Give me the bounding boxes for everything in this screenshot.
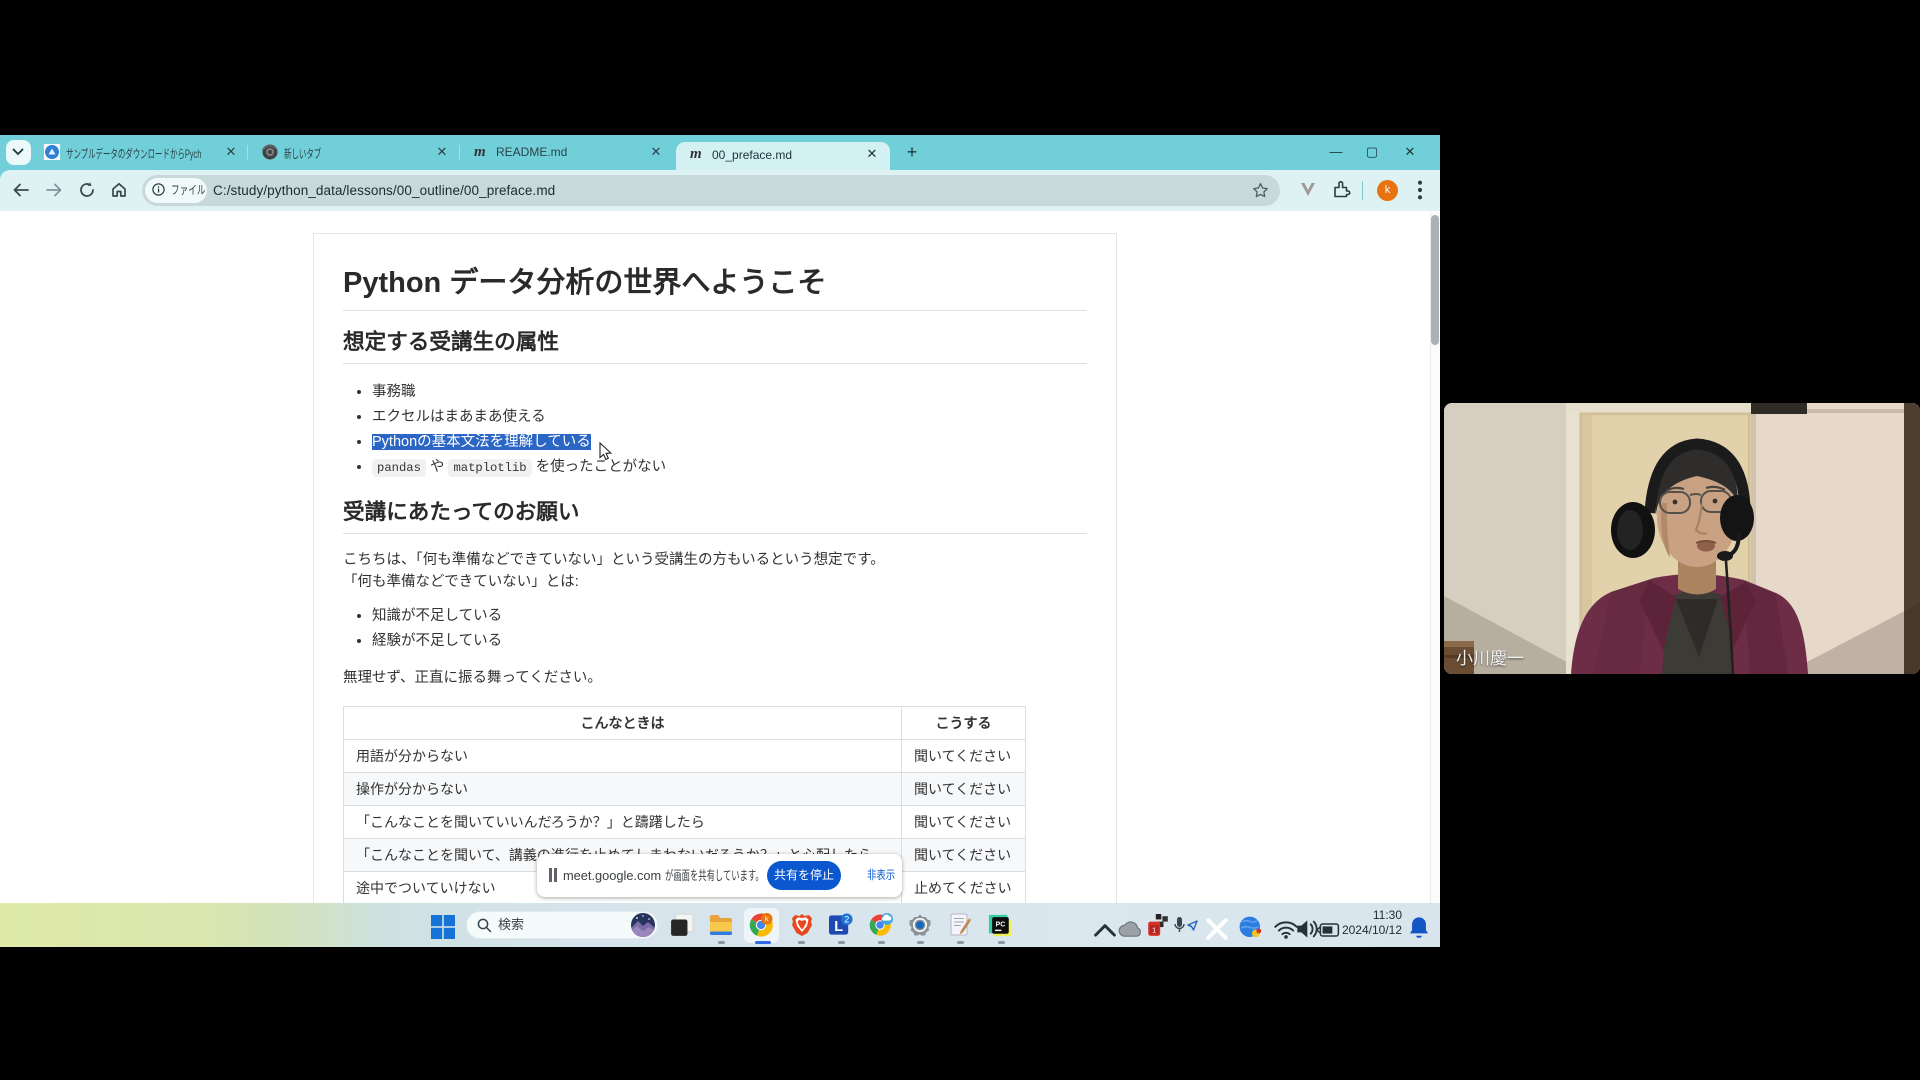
svg-text:k: k [765, 914, 769, 923]
svg-text:2: 2 [844, 915, 849, 925]
svg-text:PC: PC [996, 921, 1006, 928]
svg-text:1: 1 [1152, 926, 1156, 935]
